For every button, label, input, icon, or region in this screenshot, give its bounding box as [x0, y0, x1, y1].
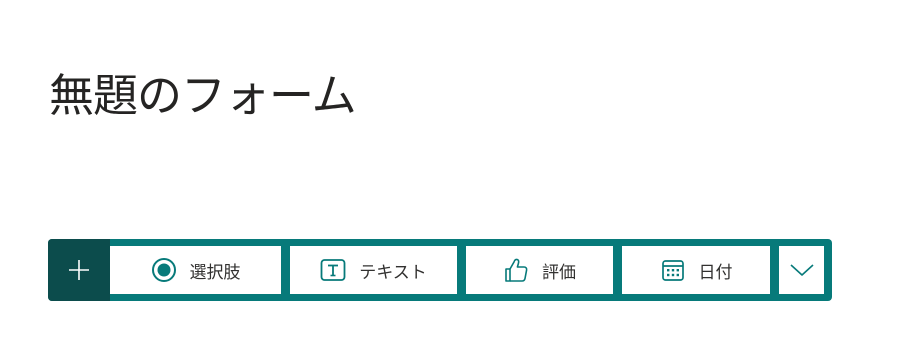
calendar-icon	[660, 257, 686, 283]
thumbs-up-icon	[503, 257, 529, 283]
text-label: テキスト	[359, 262, 427, 283]
rating-label: 評価	[542, 262, 576, 283]
forms-page: 無題のフォーム 選択肢 テキスト 評価 日付	[0, 0, 906, 345]
form-title[interactable]: 無題のフォーム	[49, 64, 357, 128]
add-question-toolbar: 選択肢 テキスト 評価 日付	[48, 239, 832, 301]
date-question-button[interactable]: 日付	[622, 246, 770, 294]
radio-button-icon	[151, 257, 177, 283]
text-box-icon	[320, 257, 346, 283]
plus-icon	[66, 257, 92, 283]
chevron-down-icon	[789, 257, 815, 283]
date-label: 日付	[698, 262, 733, 283]
choice-question-button[interactable]: 選択肢	[110, 246, 281, 294]
text-question-button[interactable]: テキスト	[290, 246, 457, 294]
add-new-question-button[interactable]	[48, 239, 110, 301]
choice-label: 選択肢	[189, 262, 241, 283]
rating-question-button[interactable]: 評価	[466, 246, 613, 294]
more-question-types-button[interactable]	[779, 246, 824, 294]
